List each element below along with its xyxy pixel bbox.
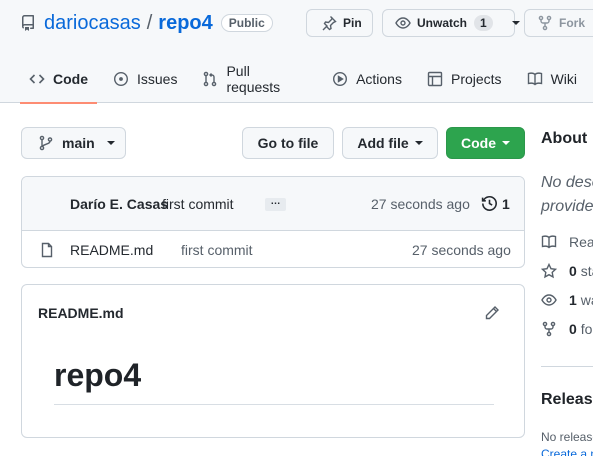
play-icon bbox=[332, 71, 356, 87]
star-icon bbox=[541, 263, 569, 279]
fork-icon bbox=[541, 321, 569, 337]
tab-projects[interactable]: Projects bbox=[418, 60, 511, 98]
book-icon bbox=[527, 71, 551, 87]
add-file-button[interactable]: Add file bbox=[342, 127, 438, 159]
sidebar-item-label: fo bbox=[580, 321, 593, 337]
commit-count: 1 bbox=[502, 195, 510, 212]
releases-heading-link[interactable]: Release bbox=[541, 391, 593, 409]
table-icon bbox=[427, 71, 451, 87]
sidebar-readme-link[interactable]: Rea bbox=[541, 234, 593, 250]
tab-label: Issues bbox=[137, 71, 178, 87]
pencil-icon[interactable] bbox=[484, 305, 500, 321]
file-icon bbox=[39, 242, 55, 258]
tab-label: Pull requests bbox=[226, 63, 281, 95]
code-icon bbox=[29, 71, 53, 87]
tab-pull-requests[interactable]: Pull requests bbox=[193, 60, 316, 98]
chevron-down-icon[interactable] bbox=[511, 21, 520, 25]
branch-icon bbox=[38, 135, 62, 151]
repo-header: dariocasas / repo4 Public Pin Unwatch 1 … bbox=[0, 0, 593, 104]
commit-history-link[interactable]: 1 bbox=[481, 195, 510, 212]
visibility-badge: Public bbox=[220, 14, 273, 32]
expand-commit-button[interactable]: … bbox=[265, 197, 286, 211]
repo-name-link[interactable]: repo4 bbox=[158, 12, 212, 35]
tab-label: Wiki bbox=[550, 71, 577, 87]
tab-issues[interactable]: Issues bbox=[104, 60, 186, 98]
readme-panel: README.md repo4 bbox=[21, 284, 525, 438]
tab-label: Projects bbox=[450, 71, 502, 87]
code-button[interactable]: Code bbox=[446, 127, 525, 159]
fork-icon bbox=[537, 15, 559, 31]
repo-icon bbox=[20, 15, 36, 31]
chevron-down-icon bbox=[106, 141, 115, 145]
pin-label: Pin bbox=[343, 16, 362, 30]
repo-title: dariocasas / repo4 Public bbox=[20, 10, 273, 36]
tab-code[interactable]: Code bbox=[20, 60, 97, 104]
file-name-link[interactable]: README.md bbox=[70, 242, 153, 258]
branch-select-button[interactable]: main bbox=[21, 127, 126, 159]
go-to-file-button[interactable]: Go to file bbox=[242, 127, 334, 159]
history-icon bbox=[481, 195, 502, 212]
heading-divider bbox=[54, 404, 494, 405]
about-description: No desc provide bbox=[541, 171, 593, 219]
issue-icon bbox=[113, 71, 137, 87]
file-time: 27 seconds ago bbox=[412, 242, 511, 258]
sidebar-item-label: sta bbox=[580, 263, 593, 279]
pull-request-icon bbox=[202, 71, 226, 87]
latest-commit-row: Darío E. Casas first commit … 27 seconds… bbox=[22, 177, 524, 231]
sidebar-watchers-link[interactable]: 1 wa bbox=[541, 292, 593, 308]
sidebar-divider bbox=[541, 366, 593, 367]
sidebar-item-label: wa bbox=[580, 292, 593, 308]
readme-filename-link[interactable]: README.md bbox=[38, 305, 124, 321]
pin-icon bbox=[321, 15, 343, 31]
unwatch-button[interactable]: Unwatch 1 bbox=[382, 9, 520, 37]
tab-label: Code bbox=[53, 71, 88, 87]
file-row: README.md first commit 27 seconds ago bbox=[22, 231, 524, 267]
repo-owner-link[interactable]: dariocasas bbox=[44, 12, 141, 35]
branch-name: main bbox=[62, 135, 95, 151]
fork-button[interactable]: Fork bbox=[524, 9, 593, 37]
forks-count: 0 bbox=[569, 321, 577, 337]
create-release-link[interactable]: Create a n bbox=[541, 447, 593, 456]
chevron-down-icon bbox=[502, 141, 510, 145]
watch-counter: 1 bbox=[474, 15, 493, 31]
tab-wiki[interactable]: Wiki bbox=[518, 60, 586, 98]
add-file-label: Add file bbox=[357, 135, 409, 151]
commit-time-link[interactable]: 27 seconds ago bbox=[371, 196, 470, 212]
description-line: provide bbox=[541, 198, 593, 215]
watchers-count: 1 bbox=[569, 292, 577, 308]
stars-count: 0 bbox=[569, 263, 577, 279]
path-separator: / bbox=[146, 11, 153, 34]
eye-icon bbox=[541, 292, 569, 308]
readme-heading: repo4 bbox=[54, 357, 142, 393]
sidebar-stars-link[interactable]: 0 sta bbox=[541, 263, 593, 279]
file-list: Darío E. Casas first commit … 27 seconds… bbox=[21, 176, 525, 268]
sidebar-item-label: Rea bbox=[569, 234, 593, 250]
commit-author-link[interactable]: Darío E. Casas bbox=[70, 196, 168, 212]
no-releases-text: No release bbox=[541, 430, 593, 444]
fork-label: Fork bbox=[559, 16, 586, 30]
pin-button[interactable]: Pin bbox=[306, 9, 373, 37]
unwatch-label: Unwatch bbox=[417, 16, 468, 30]
tab-actions[interactable]: Actions bbox=[323, 60, 411, 98]
book-icon bbox=[541, 234, 569, 250]
eye-icon bbox=[395, 15, 417, 31]
tab-label: Actions bbox=[356, 71, 402, 87]
commit-message-link[interactable]: first commit bbox=[162, 196, 234, 212]
repo-nav-tabs: Code Issues Pull requests Actions Projec… bbox=[20, 60, 593, 104]
description-line: No desc bbox=[541, 174, 593, 191]
file-commit-link[interactable]: first commit bbox=[181, 242, 253, 258]
sidebar-forks-link[interactable]: 0 fo bbox=[541, 321, 592, 337]
chevron-down-icon bbox=[414, 141, 423, 145]
code-button-label: Code bbox=[461, 135, 496, 151]
about-heading: About bbox=[541, 130, 588, 147]
